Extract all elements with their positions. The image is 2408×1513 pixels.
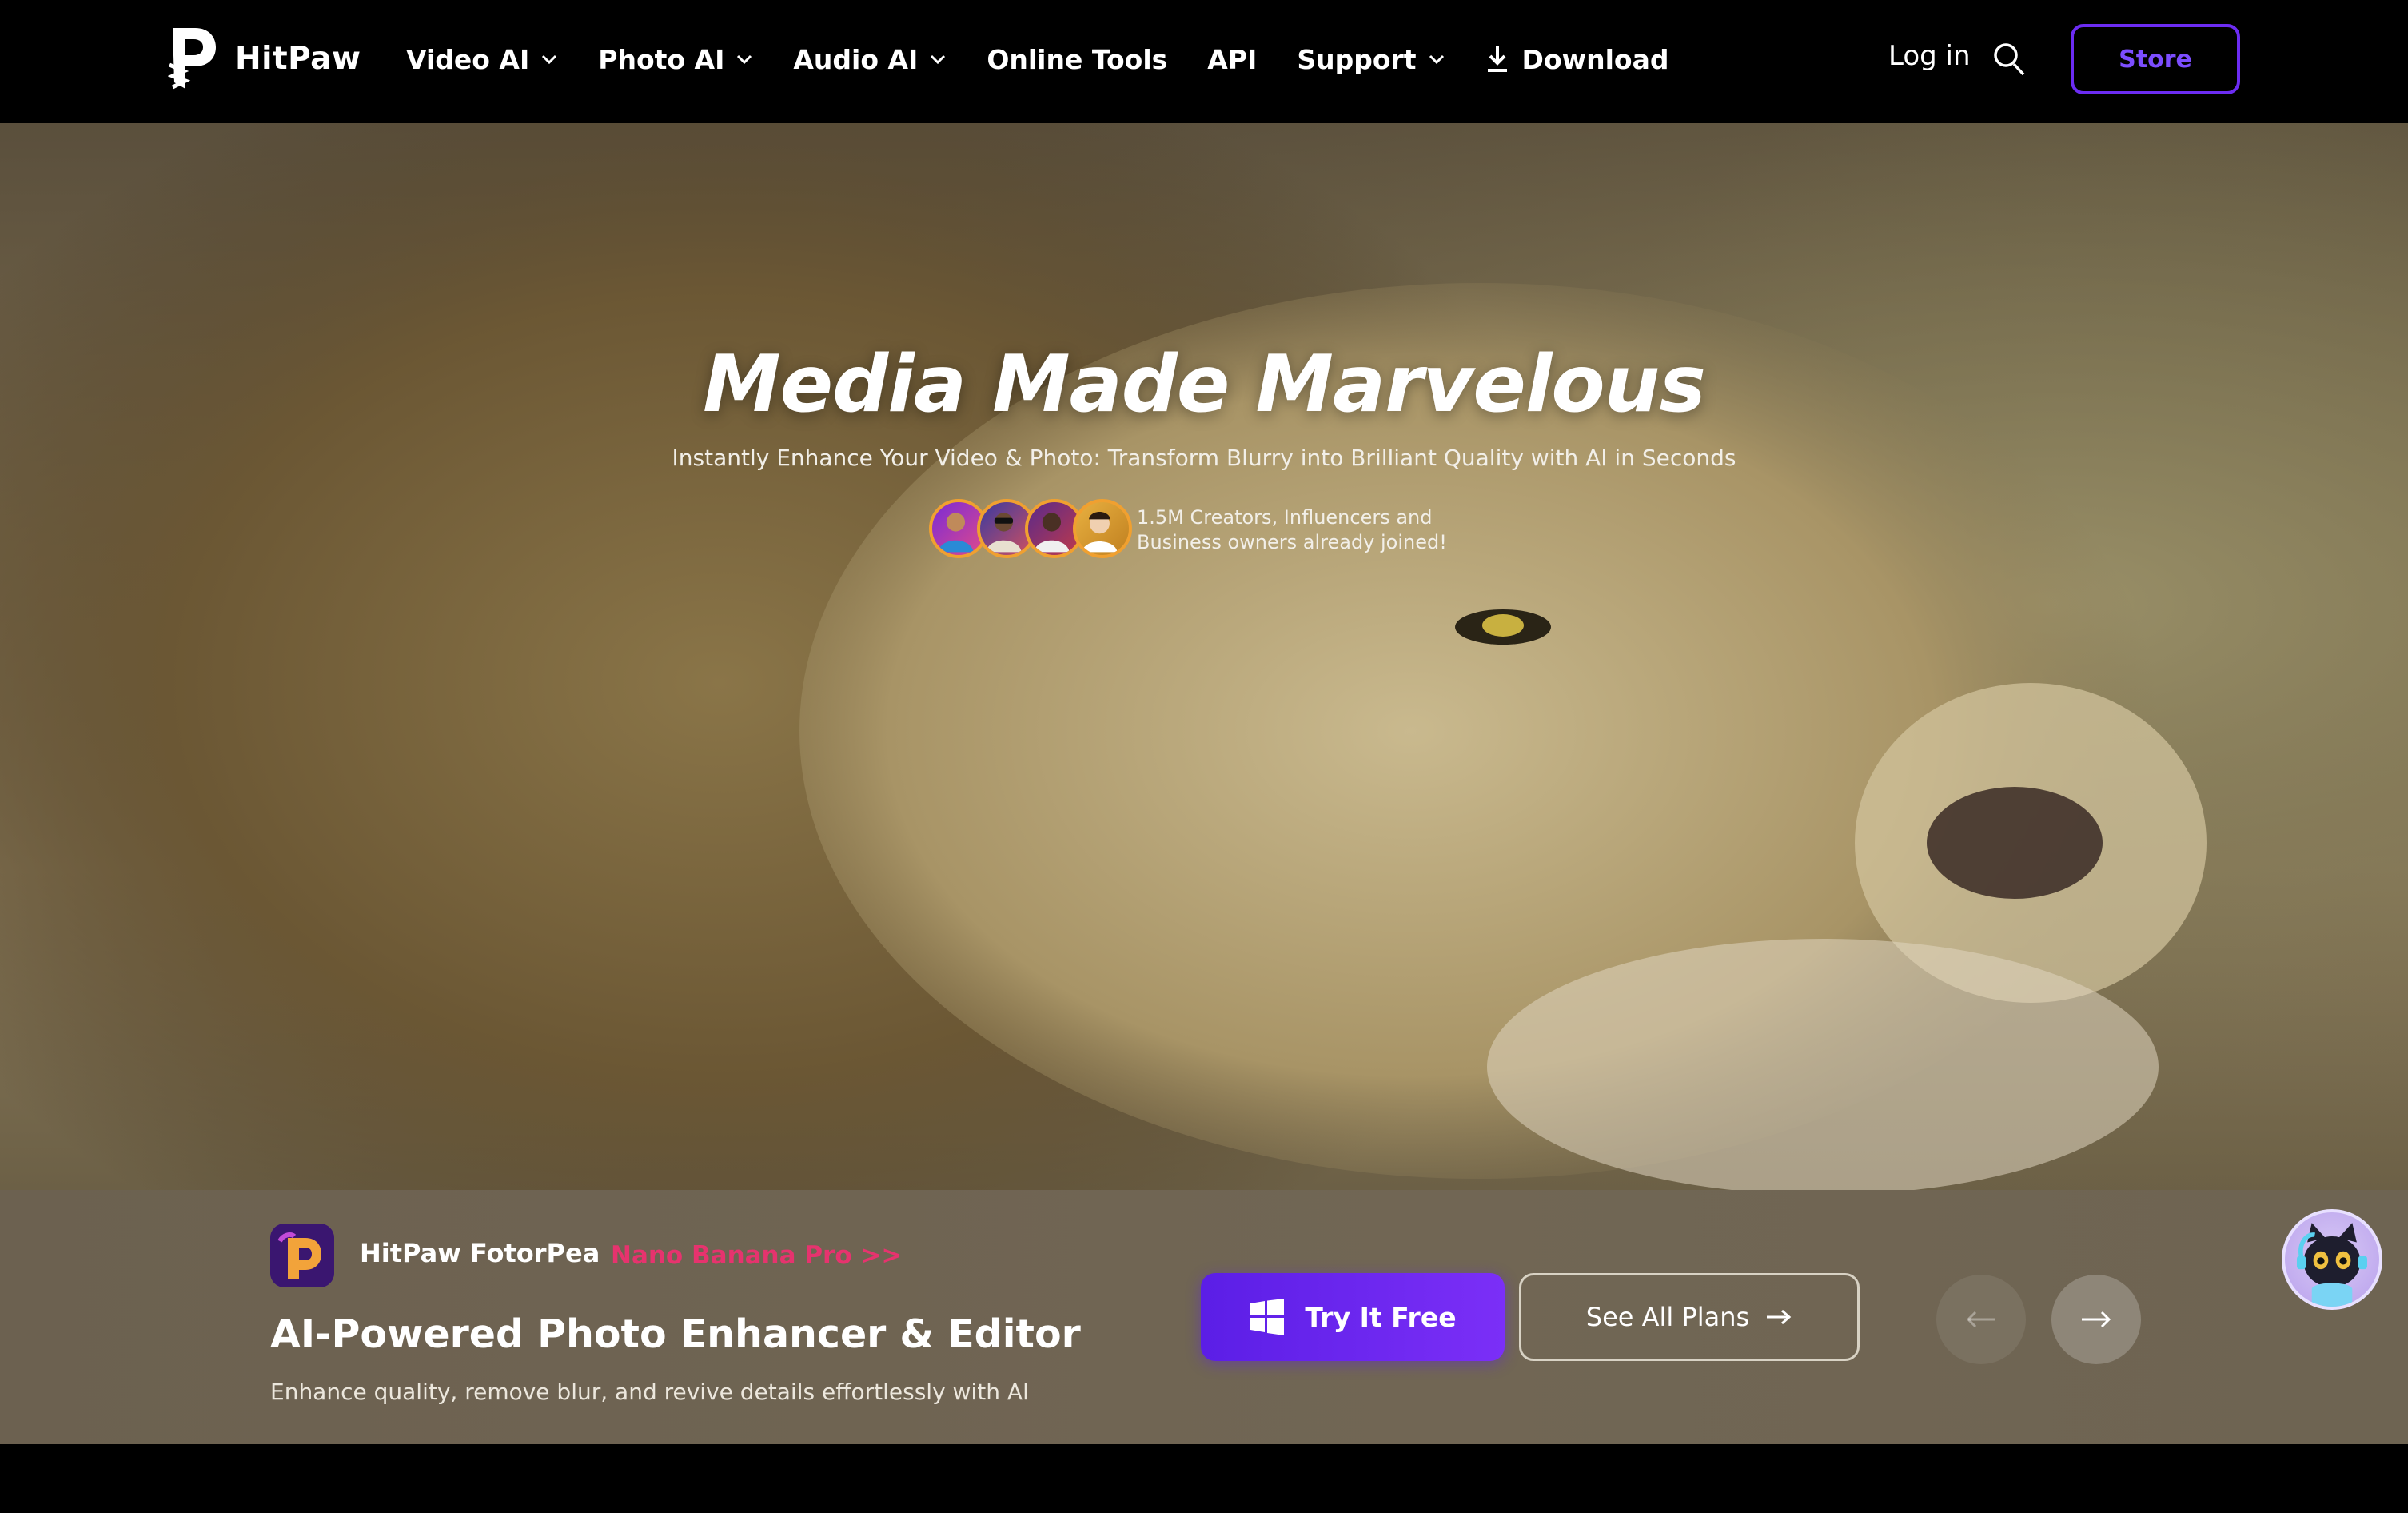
hero-banner: Media Made Marvelous Instantly Enhance Y…: [0, 123, 2408, 1190]
lion-hero-image: [0, 123, 2408, 1190]
menu-item-api[interactable]: API: [1207, 44, 1257, 75]
search-icon[interactable]: [1992, 42, 2026, 77]
see-all-plans-label: See All Plans: [1585, 1302, 1750, 1332]
menu-item-online-tools[interactable]: Online Tools: [987, 44, 1167, 75]
app-name: HitPaw FotorPea: [360, 1238, 600, 1268]
windows-logo-icon: [1250, 1299, 1285, 1335]
arrow-right-icon: [1767, 1309, 1792, 1325]
try-it-free-button[interactable]: Try It Free: [1201, 1273, 1505, 1361]
try-it-free-label: Try It Free: [1305, 1301, 1457, 1333]
chevron-down-icon: [542, 54, 557, 65]
carousel-next-button[interactable]: [2051, 1275, 2141, 1364]
menu-item-label: Photo AI: [598, 43, 725, 75]
fotorpea-app-icon: [270, 1224, 334, 1287]
chevron-down-icon: [737, 54, 752, 65]
store-button[interactable]: Store: [2071, 24, 2240, 94]
menu-item-download[interactable]: Download: [1485, 43, 1669, 75]
menu-item-audio-ai[interactable]: Audio AI: [793, 44, 947, 75]
menu-item-label: Online Tools: [987, 43, 1168, 75]
product-bar: HitPaw FotorPea Nano Banana Pro >> AI-Po…: [0, 1190, 2408, 1444]
login-link[interactable]: Log in: [1888, 40, 1971, 72]
product-title: AI-Powered Photo Enhancer & Editor: [270, 1311, 1081, 1357]
see-all-plans-button[interactable]: See All Plans: [1519, 1273, 1860, 1361]
hitpaw-logo[interactable]: HitPaw: [168, 24, 361, 93]
joined-text: 1.5M Creators, Influencers and Business …: [1137, 505, 1447, 555]
menu-item-label: Audio AI: [793, 43, 919, 75]
joined-line-1: 1.5M Creators, Influencers and: [1137, 506, 1433, 529]
joined-line-2: Business owners already joined!: [1137, 531, 1447, 553]
menu-item-label: Support: [1297, 43, 1417, 75]
logo-text: HitPaw: [235, 40, 361, 77]
download-icon: [1487, 46, 1507, 72]
hero-headline: Media Made Marvelous: [703, 339, 1706, 430]
chevron-down-icon: [1429, 54, 1444, 65]
carousel-prev-button[interactable]: [1936, 1275, 2026, 1364]
menu-item-label: Download: [1521, 43, 1669, 75]
nano-banana-pro-link[interactable]: Nano Banana Pro >>: [611, 1241, 902, 1270]
creator-avatars: [929, 499, 1132, 560]
top-nav: HitPaw Video AI Photo AI Audio AI Online…: [0, 0, 2408, 123]
chat-assistant-cat-icon[interactable]: [2282, 1209, 2382, 1310]
hitpaw-logo-icon: [168, 28, 216, 90]
arrow-left-icon: [1966, 1311, 1995, 1328]
menu-item-support[interactable]: Support: [1297, 44, 1445, 75]
menu-item-video-ai[interactable]: Video AI: [406, 44, 558, 75]
product-description: Enhance quality, remove blur, and revive…: [270, 1379, 1030, 1405]
avatar: [1073, 499, 1132, 558]
hero-subheadline: Instantly Enhance Your Video & Photo: Tr…: [672, 445, 1736, 471]
menu-item-photo-ai[interactable]: Photo AI: [598, 44, 753, 75]
main-menu: Video AI Photo AI Audio AI Online Tools …: [406, 37, 1708, 82]
menu-item-label: Video AI: [406, 43, 530, 75]
arrow-right-icon: [2082, 1311, 2111, 1328]
menu-item-label: API: [1207, 43, 1258, 75]
chevron-down-icon: [931, 54, 946, 65]
